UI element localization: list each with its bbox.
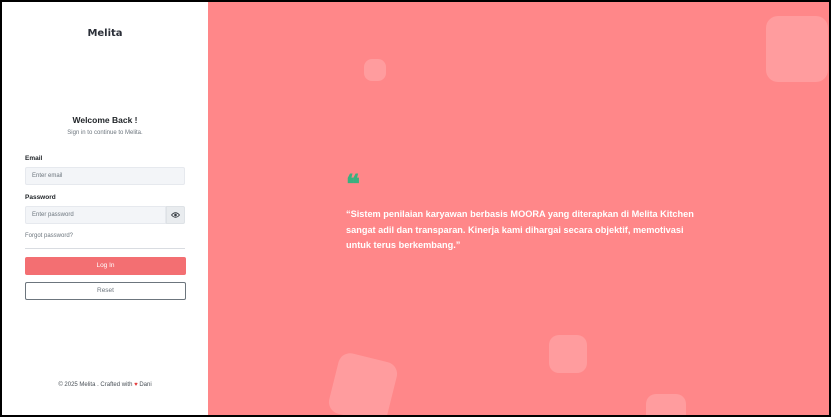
footer: © 2025 Melita . Crafted with ♥ Dani [2, 382, 208, 388]
eye-icon [171, 212, 180, 218]
reset-button[interactable]: Reset [25, 282, 186, 300]
page-title: Welcome Back ! [72, 115, 138, 125]
page-subtitle: Sign in to continue to Melita. [67, 130, 143, 136]
decorative-shape [549, 335, 587, 373]
password-group: Enter password [25, 206, 185, 224]
quote-icon: ❝ [346, 170, 360, 200]
password-label: Password [25, 194, 56, 201]
decorative-shape [364, 59, 386, 81]
footer-copyright: © 2025 Melita . Crafted with [58, 382, 133, 388]
login-button[interactable]: Log In [25, 257, 186, 275]
email-field[interactable]: Enter email [25, 167, 185, 185]
login-panel: Melita Welcome Back ! Sign in to continu… [2, 2, 208, 415]
testimonial-text: “Sistem penilaian karyawan berbasis MOOR… [346, 209, 694, 250]
email-label: Email [25, 155, 43, 162]
app-window: Melita Welcome Back ! Sign in to continu… [2, 2, 829, 415]
footer-author: Dani [139, 382, 152, 388]
brand-logo: Melita [87, 28, 123, 39]
decorative-shape [646, 394, 686, 415]
password-field[interactable]: Enter password [25, 206, 166, 224]
heart-icon: ♥ [134, 382, 138, 388]
forgot-password-link[interactable]: Forgot password? [25, 233, 73, 239]
divider [25, 248, 185, 249]
decorative-shape [326, 350, 400, 415]
testimonial-panel: ❝ “Sistem penilaian karyawan berbasis MO… [208, 2, 829, 415]
decorative-shape [766, 16, 828, 82]
password-toggle-button[interactable] [166, 206, 185, 224]
